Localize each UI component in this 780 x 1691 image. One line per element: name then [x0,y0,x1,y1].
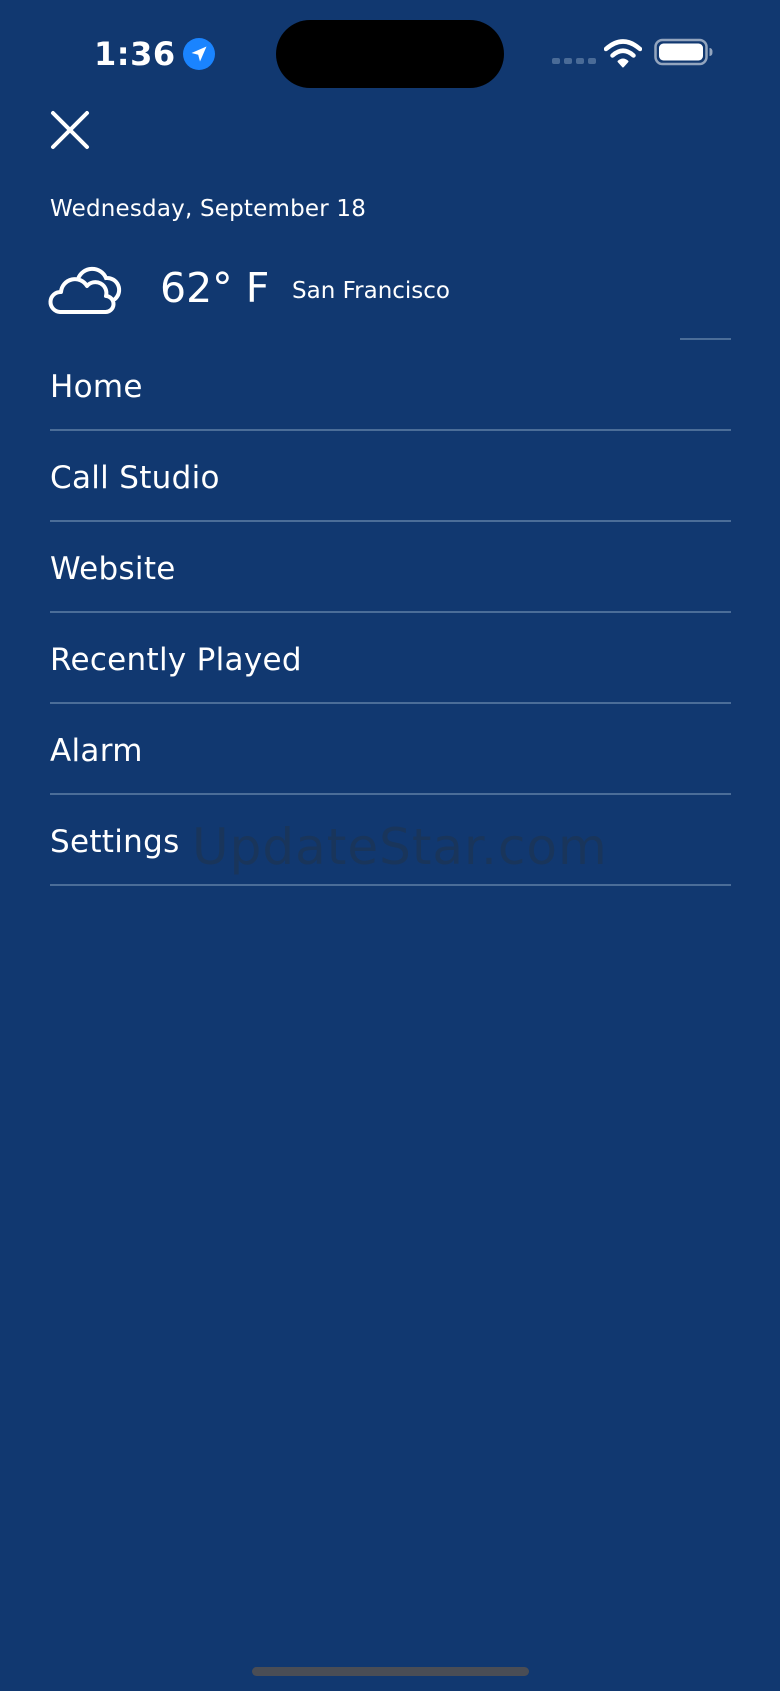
menu-item-recently-played[interactable]: Recently Played [50,613,731,704]
menu-item-call-studio[interactable]: Call Studio [50,431,731,522]
menu-item-label: Website [50,550,176,587]
menu-item-home[interactable]: Home [50,340,731,431]
location-arrow-icon [182,37,216,71]
close-icon [51,111,89,149]
menu-item-label: Call Studio [50,459,220,496]
menu-item-label: Alarm [50,732,143,769]
menu-item-label: Home [50,368,143,405]
battery-icon [654,38,713,66]
menu-item-website[interactable]: Website [50,522,731,613]
weather-summary: 62° F San Francisco [48,258,728,318]
close-button[interactable] [46,106,94,154]
cellular-signal-icon [552,58,596,64]
navigation-menu: Home Call Studio Website Recently Played… [50,340,731,886]
watermark: UpdateStar.com [192,818,608,876]
city-name: San Francisco [292,278,451,304]
menu-item-label: Settings [50,823,180,860]
status-time-group: 1:36 [94,30,216,78]
status-time: 1:36 [94,35,176,73]
temperature: 62° F [160,264,270,312]
current-date: Wednesday, September 18 [50,196,367,222]
dynamic-island [276,20,504,88]
menu-item-label: Recently Played [50,641,302,678]
wifi-icon [604,39,642,68]
menu-item-alarm[interactable]: Alarm [50,704,731,795]
cloud-icon [48,266,122,314]
home-indicator[interactable] [252,1667,529,1676]
status-bar: 1:36 [0,0,780,110]
